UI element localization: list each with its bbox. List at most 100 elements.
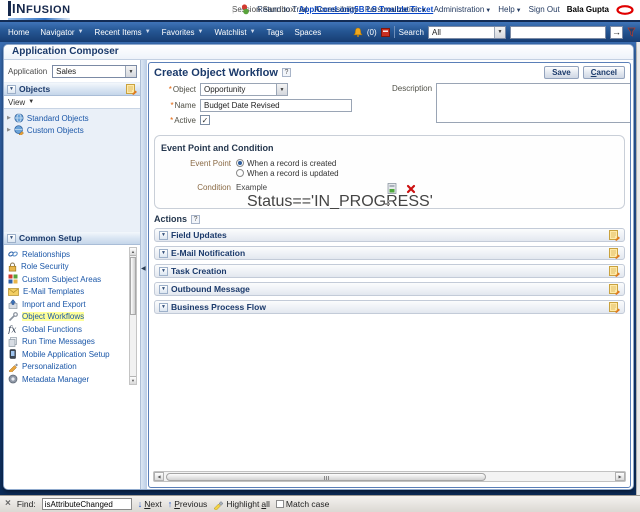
- collapse-icon[interactable]: ▼: [159, 248, 168, 258]
- action-bar-outbound-message[interactable]: ▼ Outbound Message: [154, 282, 625, 296]
- expand-icon[interactable]: ▶: [7, 127, 11, 133]
- logo-stripe: [8, 17, 70, 20]
- action-bar-task-creation[interactable]: ▼ Task Creation: [154, 264, 625, 278]
- radio-record-created[interactable]: [236, 159, 244, 167]
- horizontal-scrollbar[interactable]: ◀ ▶: [153, 471, 626, 482]
- help-icon[interactable]: ?: [281, 68, 291, 77]
- collapse-icon[interactable]: ▼: [159, 284, 168, 294]
- scroll-up-icon[interactable]: ▲: [130, 248, 136, 256]
- action-bar-field-updates[interactable]: ▼ Field Updates: [154, 228, 625, 242]
- scroll-left-icon[interactable]: ◀: [154, 472, 164, 481]
- find-input[interactable]: [41, 498, 132, 510]
- accessibility-link[interactable]: Accessibility: [314, 5, 358, 14]
- add-business-process-flow-icon[interactable]: [609, 301, 620, 313]
- metadata-icon: [8, 374, 18, 384]
- radio-record-updated[interactable]: [236, 169, 244, 177]
- nav-navigator[interactable]: Navigator ▼: [40, 28, 83, 37]
- infusion-logo: INFUSION: [8, 0, 71, 20]
- search-scope-select[interactable]: All ▼: [428, 25, 506, 39]
- administration-menu[interactable]: Administration▼: [434, 5, 492, 14]
- setup-item-custom-subject-areas[interactable]: Custom Subject Areas: [8, 273, 140, 286]
- add-outbound-message-icon[interactable]: [609, 283, 620, 295]
- collapse-icon[interactable]: ▼: [159, 230, 168, 240]
- setup-item-import-and-export[interactable]: Import and Export: [8, 298, 140, 311]
- up-arrow-icon: ↑: [167, 499, 173, 509]
- setup-item-metadata-manager[interactable]: Metadata Manager: [8, 373, 140, 386]
- name-input[interactable]: [200, 99, 352, 112]
- nav-tags[interactable]: Tags: [267, 28, 284, 37]
- resize-grip[interactable]: [384, 203, 387, 205]
- collapse-icon[interactable]: ▼: [159, 266, 168, 276]
- application-select[interactable]: Sales ▼: [52, 65, 137, 78]
- condition-label: Condition: [197, 183, 231, 192]
- description-textarea[interactable]: [436, 83, 630, 123]
- divider: |: [232, 5, 235, 14]
- expand-icon[interactable]: ▶: [7, 115, 11, 121]
- setup-item-personalization[interactable]: Personalization: [8, 361, 140, 374]
- highlight-all-button[interactable]: Highlight all: [213, 499, 270, 510]
- personalization-menu[interactable]: Personalization▼: [365, 5, 427, 14]
- cancel-button[interactable]: Cancel: [582, 66, 625, 79]
- advanced-search-icon[interactable]: [627, 27, 636, 37]
- browser-scrollbar[interactable]: [636, 42, 640, 495]
- globe-icon: [14, 113, 24, 123]
- match-case-checkbox[interactable]: Match case: [275, 499, 329, 509]
- sign-out-link[interactable]: Sign Out: [529, 5, 560, 14]
- tree-item-standard-objects[interactable]: ▶ Standard Objects: [4, 112, 140, 124]
- collapse-panel-icon[interactable]: ◀: [141, 265, 146, 272]
- search-go-button[interactable]: →: [610, 25, 623, 39]
- add-email-notification-icon[interactable]: [609, 247, 620, 259]
- setup-list-scrollbar[interactable]: ▲ ▼: [129, 247, 137, 385]
- search-input[interactable]: [510, 25, 606, 39]
- collapse-icon[interactable]: ▼: [7, 84, 16, 94]
- nav-watchlist[interactable]: Watchlist ▼: [215, 28, 256, 37]
- setup-item-email-templates[interactable]: E-Mail Templates: [8, 286, 140, 299]
- scroll-down-icon[interactable]: ▼: [130, 376, 136, 384]
- common-setup-panel-header[interactable]: ▼ Common Setup: [4, 231, 140, 245]
- nav-favorites[interactable]: Favorites ▼: [162, 28, 204, 37]
- import-export-icon: [8, 299, 18, 310]
- chevron-down-icon: ▼: [494, 26, 505, 38]
- scrollbar-thumb[interactable]: [166, 472, 487, 481]
- alerts-bell-icon[interactable]: [353, 27, 363, 38]
- objects-panel-header[interactable]: ▼ Objects: [4, 82, 140, 96]
- collapse-icon[interactable]: ▼: [7, 233, 16, 243]
- action-bar-business-process-flow[interactable]: ▼ Business Process Flow: [154, 300, 625, 314]
- nav-recent-items[interactable]: Recent Items ▼: [95, 28, 151, 37]
- setup-item-global-functions[interactable]: fx Global Functions: [8, 323, 140, 336]
- edit-condition-icon[interactable]: [387, 183, 398, 195]
- action-bar-email-notification[interactable]: ▼ E-Mail Notification: [154, 246, 625, 260]
- help-menu[interactable]: Help▼: [498, 5, 521, 14]
- object-select[interactable]: Opportunity ▼: [200, 83, 288, 96]
- active-checkbox[interactable]: ✓: [200, 115, 210, 125]
- return-to-trial-link[interactable]: Return to Trial: [257, 5, 307, 14]
- scrollbar-thumb[interactable]: [130, 257, 136, 315]
- find-previous-button[interactable]: ↑ Previous: [168, 499, 208, 509]
- worklist-icon[interactable]: [380, 27, 390, 37]
- panel-splitter[interactable]: ◀: [140, 60, 147, 489]
- setup-item-relationships[interactable]: Relationships: [8, 248, 140, 261]
- selected-setup-item: Object Workflows: [22, 312, 85, 322]
- help-icon[interactable]: ?: [191, 214, 201, 224]
- tree-item-custom-objects[interactable]: ▶ Custom Objects: [4, 124, 140, 136]
- add-field-update-icon[interactable]: [609, 229, 620, 241]
- new-object-icon[interactable]: [126, 83, 137, 95]
- close-icon[interactable]: ×: [5, 499, 11, 509]
- common-setup-list: Relationships Role Security Custom Subje…: [4, 245, 140, 386]
- nav-home[interactable]: Home: [8, 28, 29, 37]
- setup-item-mobile-application-setup[interactable]: Mobile Application Setup: [8, 348, 140, 361]
- setup-item-role-security[interactable]: Role Security: [8, 261, 140, 274]
- description-label: Description: [392, 84, 433, 93]
- find-next-button[interactable]: ↓ Next: [138, 499, 162, 509]
- scroll-right-icon[interactable]: ▶: [615, 472, 625, 481]
- setup-item-object-workflows[interactable]: Object Workflows: [8, 311, 140, 324]
- add-task-creation-icon[interactable]: [609, 265, 620, 277]
- delete-condition-icon[interactable]: [406, 184, 416, 194]
- nav-spaces[interactable]: Spaces: [295, 28, 322, 37]
- view-menu[interactable]: View ▼: [4, 96, 140, 109]
- setup-item-run-time-messages[interactable]: Run Time Messages: [8, 336, 140, 349]
- collapse-icon[interactable]: ▼: [159, 302, 168, 312]
- checkbox-icon[interactable]: [275, 500, 284, 508]
- save-button[interactable]: Save: [544, 66, 579, 79]
- down-arrow-icon: ↓: [137, 499, 143, 509]
